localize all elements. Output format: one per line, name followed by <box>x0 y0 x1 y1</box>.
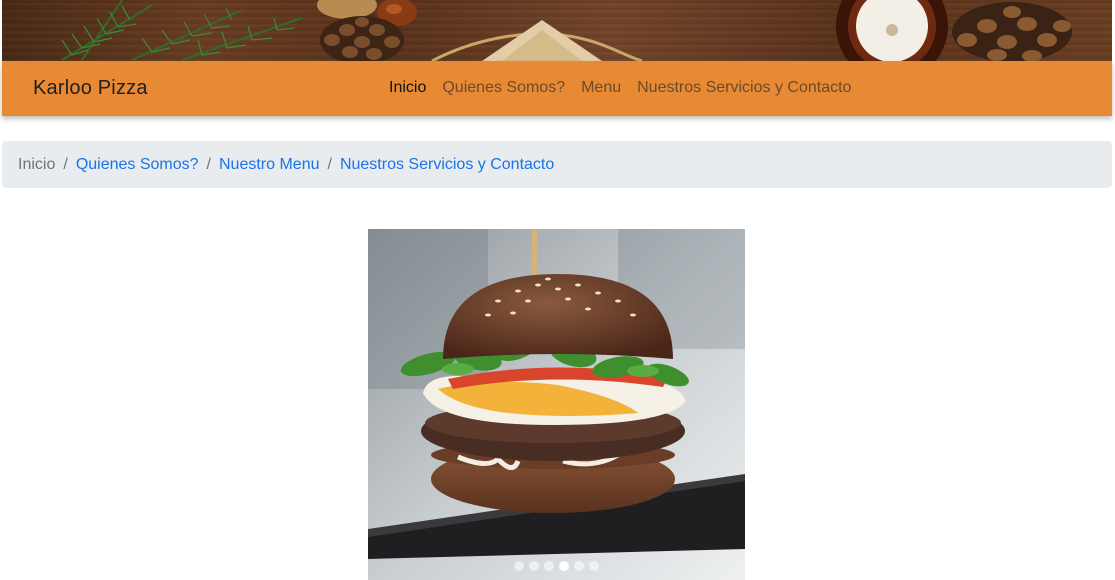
nav-menu: Inicio Quienes Somos? Menu Nuestros Serv… <box>389 79 851 97</box>
breadcrumb-separator: / <box>63 155 68 173</box>
carousel-indicator-dot[interactable] <box>559 561 569 571</box>
nav-link-inicio[interactable]: Inicio <box>389 79 426 97</box>
carousel-indicator-dot[interactable] <box>529 561 539 571</box>
brand-logo-text[interactable]: Karloo Pizza <box>33 77 148 100</box>
carousel-indicator-dot[interactable] <box>574 561 584 571</box>
carousel-indicators <box>368 561 745 571</box>
nav-link-quienes-somos[interactable]: Quienes Somos? <box>442 79 565 97</box>
breadcrumb: Inicio / Quienes Somos? / Nuestro Menu /… <box>2 141 1112 188</box>
header-banner-image <box>2 0 1112 61</box>
banner-decor <box>61 0 1072 61</box>
breadcrumb-current: Inicio <box>18 155 56 173</box>
carousel-indicator-dot[interactable] <box>589 561 599 571</box>
breadcrumb-link-quienes-somos[interactable]: Quienes Somos? <box>76 156 199 174</box>
image-carousel[interactable] <box>368 229 745 580</box>
carousel-indicator-dot[interactable] <box>514 561 524 571</box>
breadcrumb-separator: / <box>206 155 211 173</box>
navbar: Karloo Pizza Inicio Quienes Somos? Menu … <box>2 61 1112 116</box>
breadcrumb-link-servicios-contacto[interactable]: Nuestros Servicios y Contacto <box>340 156 554 174</box>
nav-link-menu[interactable]: Menu <box>581 79 621 97</box>
burger-photo <box>368 229 745 580</box>
breadcrumb-link-nuestro-menu[interactable]: Nuestro Menu <box>219 156 320 174</box>
nav-link-servicios-contacto[interactable]: Nuestros Servicios y Contacto <box>637 79 851 97</box>
breadcrumb-separator: / <box>327 155 332 173</box>
carousel-indicator-dot[interactable] <box>544 561 554 571</box>
page: Karloo Pizza Inicio Quienes Somos? Menu … <box>0 0 1115 580</box>
